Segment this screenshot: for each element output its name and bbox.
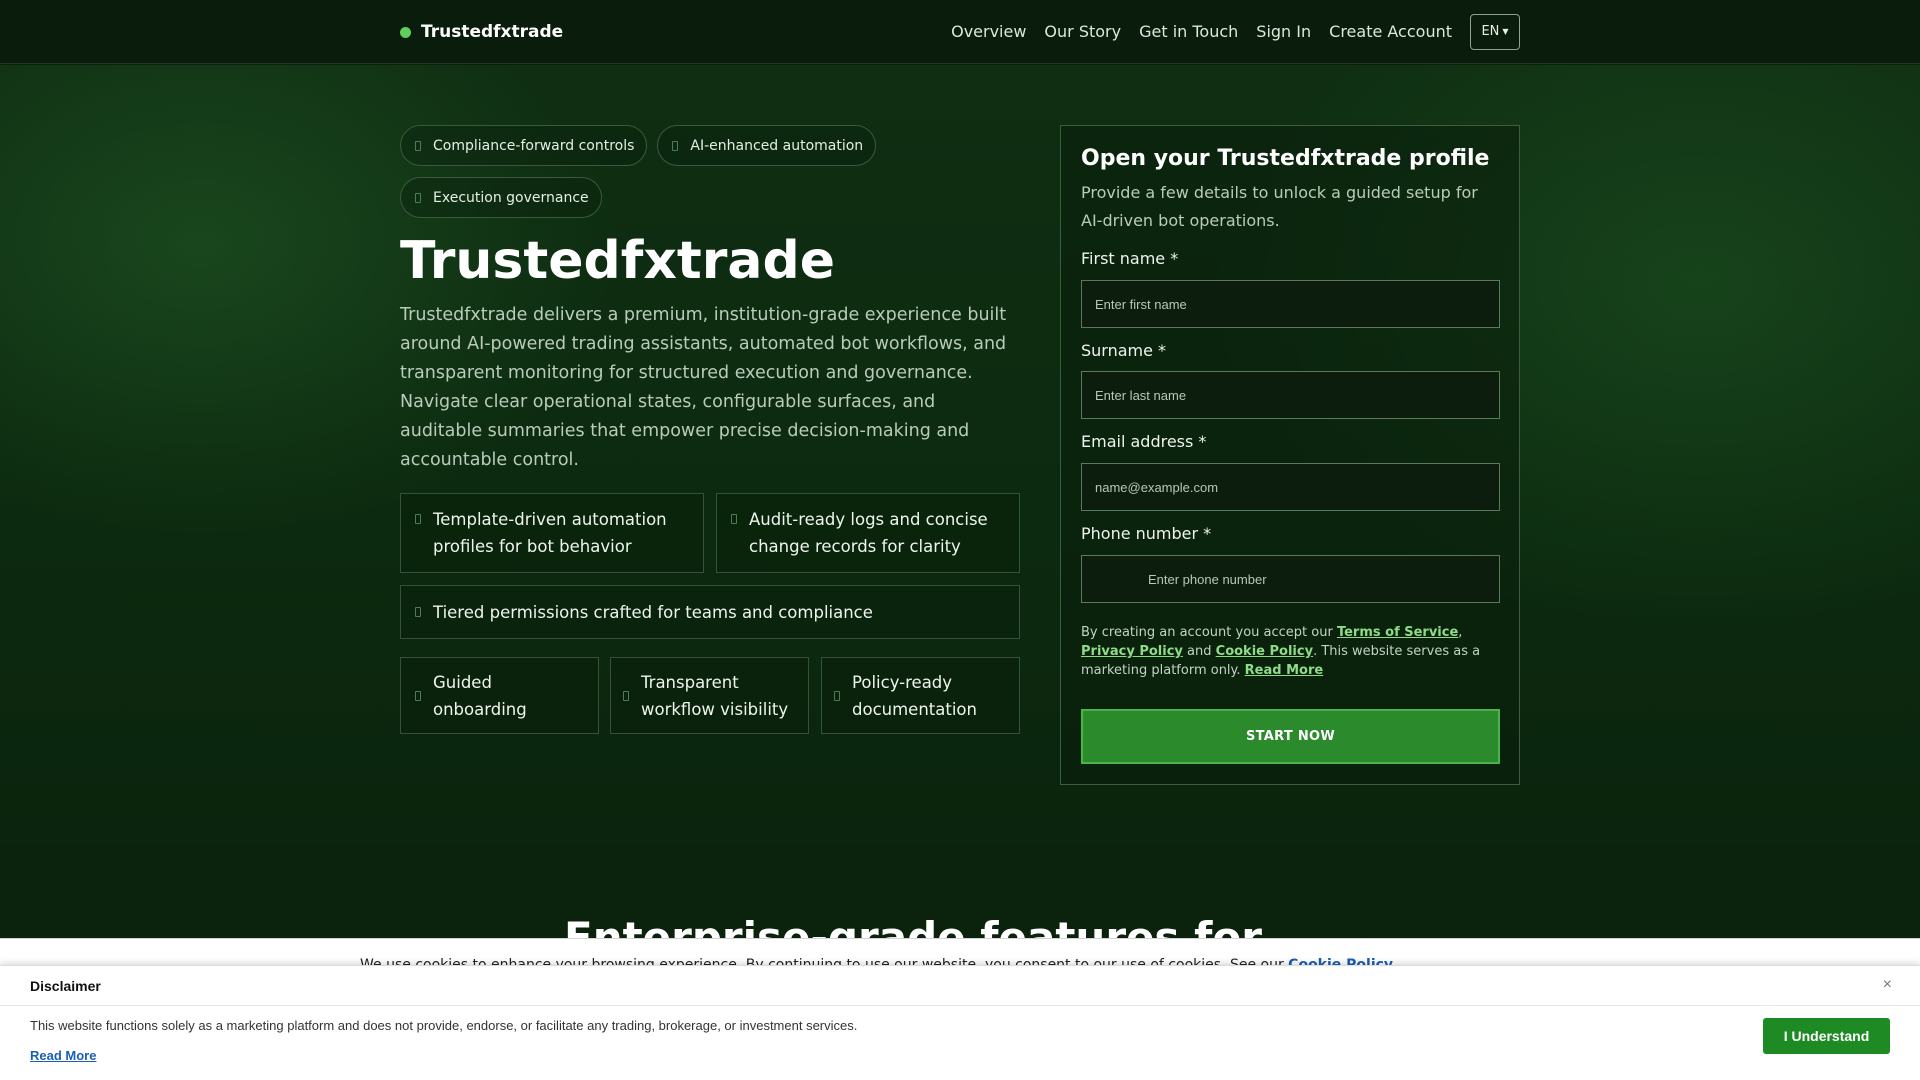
feature-text: Guided onboarding: [433, 672, 527, 719]
feature-text: Transparent workflow visibility: [641, 672, 789, 719]
cookie-policy-link[interactable]: Cookie Policy: [1216, 644, 1313, 659]
feature-text: Tiered permissions crafted for teams and…: [433, 603, 873, 622]
top-navigation-bar: Trustedfxtrade Overview Our Story Get in…: [0, 0, 1920, 64]
nav-link-sign-in[interactable]: Sign In: [1256, 22, 1311, 41]
shield-icon: [415, 140, 421, 151]
surname-label: Surname *: [1081, 341, 1167, 360]
first-name-label: First name *: [1081, 249, 1179, 268]
brand-name: Trustedfxtrade: [421, 22, 564, 42]
language-value: EN: [1481, 24, 1500, 39]
disclaimer-header: Disclaimer ×: [0, 966, 1920, 1006]
surname-input[interactable]: [1081, 371, 1500, 419]
feature-card-onboarding: Guided onboarding: [400, 657, 599, 734]
feature-card-automation-profiles: Template-driven automation profiles for …: [400, 493, 704, 573]
form-subtitle: Provide a few details to unlock a guided…: [1081, 183, 1478, 230]
read-more-link[interactable]: Read More: [1245, 663, 1324, 678]
sparkle-icon: [672, 140, 679, 151]
pill-label: AI-enhanced automation: [690, 137, 864, 154]
phone-label: Phone number *: [1081, 524, 1212, 543]
pill-label: Compliance-forward controls: [433, 137, 635, 154]
close-icon[interactable]: ×: [1883, 976, 1892, 994]
email-input[interactable]: [1081, 463, 1500, 511]
feature-card-workflow-visibility: Transparent workflow visibility: [610, 657, 809, 734]
permissions-icon: [415, 607, 421, 617]
language-selector[interactable]: EN ▼: [1470, 13, 1520, 50]
feature-card-permissions: Tiered permissions crafted for teams and…: [400, 585, 1020, 639]
signup-form: Open your Trustedfxtrade profile Provide…: [1060, 125, 1520, 785]
hero-section: Compliance-forward controls AI-enhanced …: [0, 65, 1920, 845]
terms-link[interactable]: Terms of Service: [1337, 625, 1458, 640]
document-icon: [834, 690, 840, 701]
first-name-input[interactable]: [1081, 280, 1500, 328]
disclaimer-read-more-link[interactable]: Read More: [30, 1048, 96, 1063]
hero-pills: Compliance-forward controls AI-enhanced …: [400, 125, 920, 218]
log-icon: [731, 514, 737, 524]
email-label: Email address *: [1081, 432, 1207, 451]
hero-description: Trustedfxtrade delivers a premium, insti…: [400, 305, 1007, 470]
feature-text: Policy-ready documentation: [852, 672, 977, 719]
onboarding-icon: [415, 690, 421, 701]
nav-link-create-account[interactable]: Create Account: [1329, 22, 1452, 41]
nav-link-get-in-touch[interactable]: Get in Touch: [1139, 22, 1238, 41]
disclaimer-text: This website functions solely as a marke…: [30, 1018, 858, 1033]
i-understand-button[interactable]: I Understand: [1763, 1018, 1890, 1054]
chevron-down-icon: ▼: [1502, 27, 1509, 36]
form-title: Open your Trustedfxtrade profile: [1081, 146, 1490, 171]
phone-input[interactable]: [1081, 555, 1500, 603]
pill-execution-governance: Execution governance: [400, 177, 602, 218]
legal-prefix: By creating an account you accept our: [1081, 625, 1333, 640]
disclaimer-title: Disclaimer: [30, 978, 101, 994]
feature-card-policy-docs: Policy-ready documentation: [821, 657, 1020, 734]
legal-and: and: [1187, 644, 1212, 659]
main-nav: Overview Our Story Get in Touch Sign In …: [951, 13, 1520, 50]
legal-notice: By creating an account you accept our Te…: [1081, 625, 1481, 678]
disclaimer-banner: Disclaimer × This website functions sole…: [0, 965, 1920, 1080]
nav-link-our-story[interactable]: Our Story: [1044, 22, 1121, 41]
pill-label: Execution governance: [433, 189, 589, 206]
brand-logo[interactable]: Trustedfxtrade: [400, 20, 563, 44]
template-icon: [415, 514, 421, 524]
privacy-link[interactable]: Privacy Policy: [1081, 644, 1183, 659]
nav-link-overview[interactable]: Overview: [951, 22, 1026, 41]
hero-title: Trustedfxtrade: [400, 231, 835, 291]
gavel-icon: [415, 192, 421, 203]
feature-card-audit-logs: Audit-ready logs and concise change reco…: [716, 493, 1020, 573]
feature-text: Audit-ready logs and concise change reco…: [749, 510, 988, 556]
start-now-button[interactable]: START NOW: [1081, 709, 1500, 764]
eye-icon: [623, 690, 629, 701]
brand-dot-icon: [400, 26, 411, 38]
feature-text: Template-driven automation profiles for …: [433, 510, 667, 556]
pill-compliance: Compliance-forward controls: [400, 125, 648, 166]
pill-ai-automation: AI-enhanced automation: [657, 125, 877, 166]
